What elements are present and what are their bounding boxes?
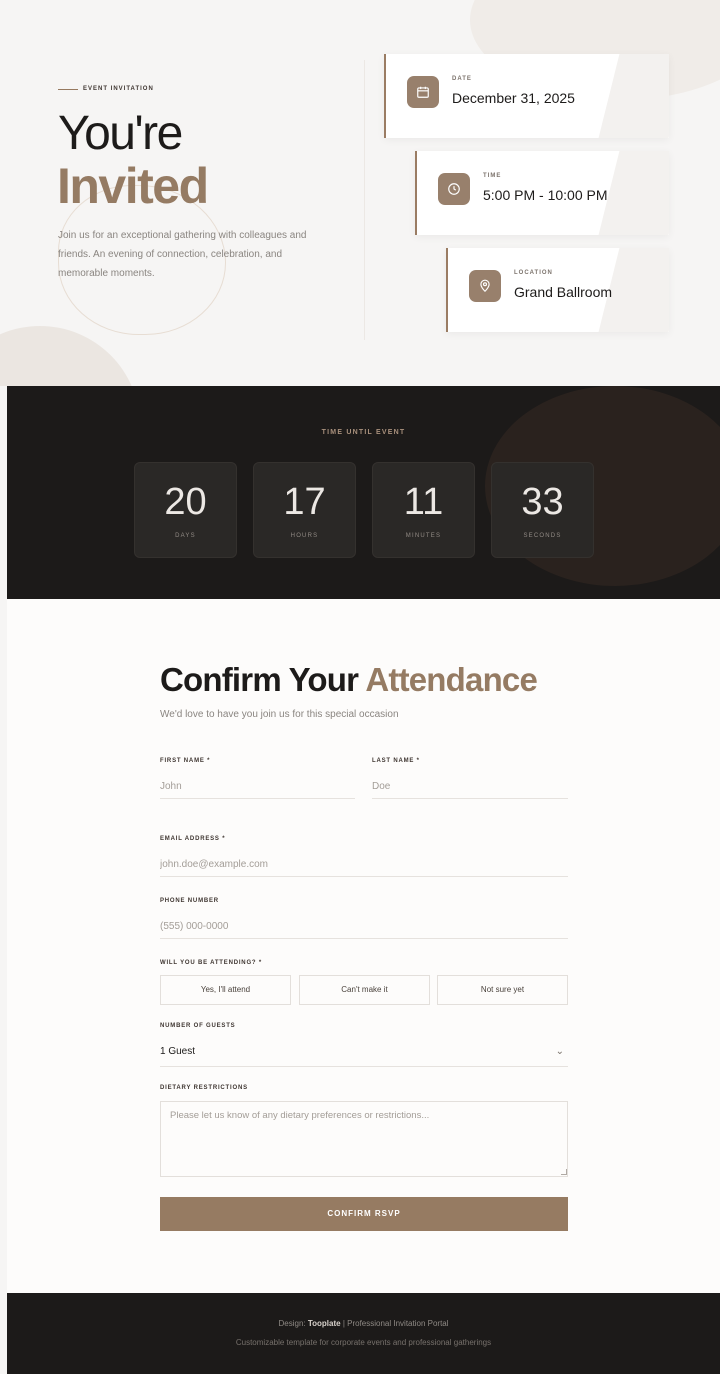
footer-brand-link[interactable]: Tooplate xyxy=(308,1319,341,1328)
resize-handle-icon[interactable] xyxy=(561,1169,567,1175)
detail-label: TIME xyxy=(483,173,502,179)
first-name-label: FIRST NAME * xyxy=(160,758,211,764)
attend-yes-button[interactable]: Yes, I'll attend xyxy=(160,975,291,1005)
countdown-seconds: 33 SECONDS xyxy=(491,462,594,558)
countdown-value: 17 xyxy=(283,481,326,523)
rsvp-title-plain: Confirm Your xyxy=(160,661,359,698)
detail-card-location: LOCATION Grand Ballroom xyxy=(446,248,669,332)
attend-maybe-button[interactable]: Not sure yet xyxy=(437,975,568,1005)
hero-intro: Join us for an exceptional gathering wit… xyxy=(58,230,307,279)
rsvp-title: Confirm Your Attendance xyxy=(160,661,538,699)
dietary-textarea[interactable] xyxy=(160,1101,568,1177)
detail-card-date: DATE December 31, 2025 xyxy=(384,54,669,138)
map-pin-icon xyxy=(469,270,501,302)
footer: Design: Tooplate | Professional Invitati… xyxy=(7,1293,720,1374)
dietary-label: DIETARY RESTRICTIONS xyxy=(160,1085,248,1091)
countdown-section: TIME UNTIL EVENT 20 DAYS 17 HOURS 11 MIN… xyxy=(7,386,720,599)
countdown-title: TIME UNTIL EVENT xyxy=(321,429,406,436)
clock-icon xyxy=(438,173,470,205)
countdown-days: 20 DAYS xyxy=(134,462,237,558)
attending-label: WILL YOU BE ATTENDING? * xyxy=(160,960,262,966)
last-name-label: LAST NAME * xyxy=(372,758,420,764)
detail-value: Grand Ballroom xyxy=(514,284,613,300)
footer-design-suffix: | Professional Invitation Portal xyxy=(342,1319,449,1328)
guests-select[interactable]: 1 Guest ⌄ xyxy=(160,1039,568,1067)
eyebrow-line xyxy=(58,88,78,90)
countdown-unit: HOURS xyxy=(290,533,319,539)
hero-section: EVENT INVITATION You're Invited Join us … xyxy=(0,0,720,386)
footer-tagline: Customizable template for corporate even… xyxy=(235,1338,492,1347)
detail-label: DATE xyxy=(452,76,472,82)
email-label: EMAIL ADDRESS * xyxy=(160,836,226,842)
detail-value: 5:00 PM - 10:00 PM xyxy=(483,187,608,203)
detail-value: December 31, 2025 xyxy=(452,90,575,106)
countdown-value: 20 xyxy=(164,481,207,523)
countdown-unit: DAYS xyxy=(175,533,196,539)
last-name-input[interactable] xyxy=(372,775,568,799)
countdown-minutes: 11 MINUTES xyxy=(372,462,475,558)
email-input[interactable] xyxy=(160,853,568,877)
phone-input[interactable] xyxy=(160,915,568,939)
countdown-hours: 17 HOURS xyxy=(253,462,356,558)
hero-eyebrow: EVENT INVITATION xyxy=(58,86,154,92)
attend-no-button[interactable]: Can't make it xyxy=(299,975,430,1005)
eyebrow-text: EVENT INVITATION xyxy=(83,86,154,92)
first-name-input[interactable] xyxy=(160,775,355,799)
countdown-value: 11 xyxy=(403,481,444,523)
chevron-down-icon: ⌄ xyxy=(555,1046,564,1057)
rsvp-subtitle: We'd love to have you join us for this s… xyxy=(160,709,399,720)
countdown-unit: SECONDS xyxy=(523,533,562,539)
rsvp-title-accent: Attendance xyxy=(365,661,538,698)
rsvp-section: Confirm Your Attendance We'd love to hav… xyxy=(7,599,720,1293)
confirm-rsvp-button[interactable]: CONFIRM RSVP xyxy=(160,1197,568,1231)
countdown-value: 33 xyxy=(521,481,564,523)
detail-card-time: TIME 5:00 PM - 10:00 PM xyxy=(415,151,669,235)
footer-credit: Design: Tooplate | Professional Invitati… xyxy=(7,1319,720,1328)
hero-title-line1: You're xyxy=(58,107,183,160)
footer-design-prefix: Design: xyxy=(278,1319,306,1328)
hero-divider xyxy=(364,60,365,340)
countdown-unit: MINUTES xyxy=(405,533,442,539)
calendar-icon xyxy=(407,76,439,108)
guests-label: NUMBER OF GUESTS xyxy=(160,1023,236,1029)
detail-label: LOCATION xyxy=(514,270,553,276)
guests-select-value: 1 Guest xyxy=(160,1046,196,1057)
decorative-blob xyxy=(0,326,140,386)
hero-title-line2: Invited xyxy=(57,158,209,214)
phone-label: PHONE NUMBER xyxy=(160,898,219,904)
